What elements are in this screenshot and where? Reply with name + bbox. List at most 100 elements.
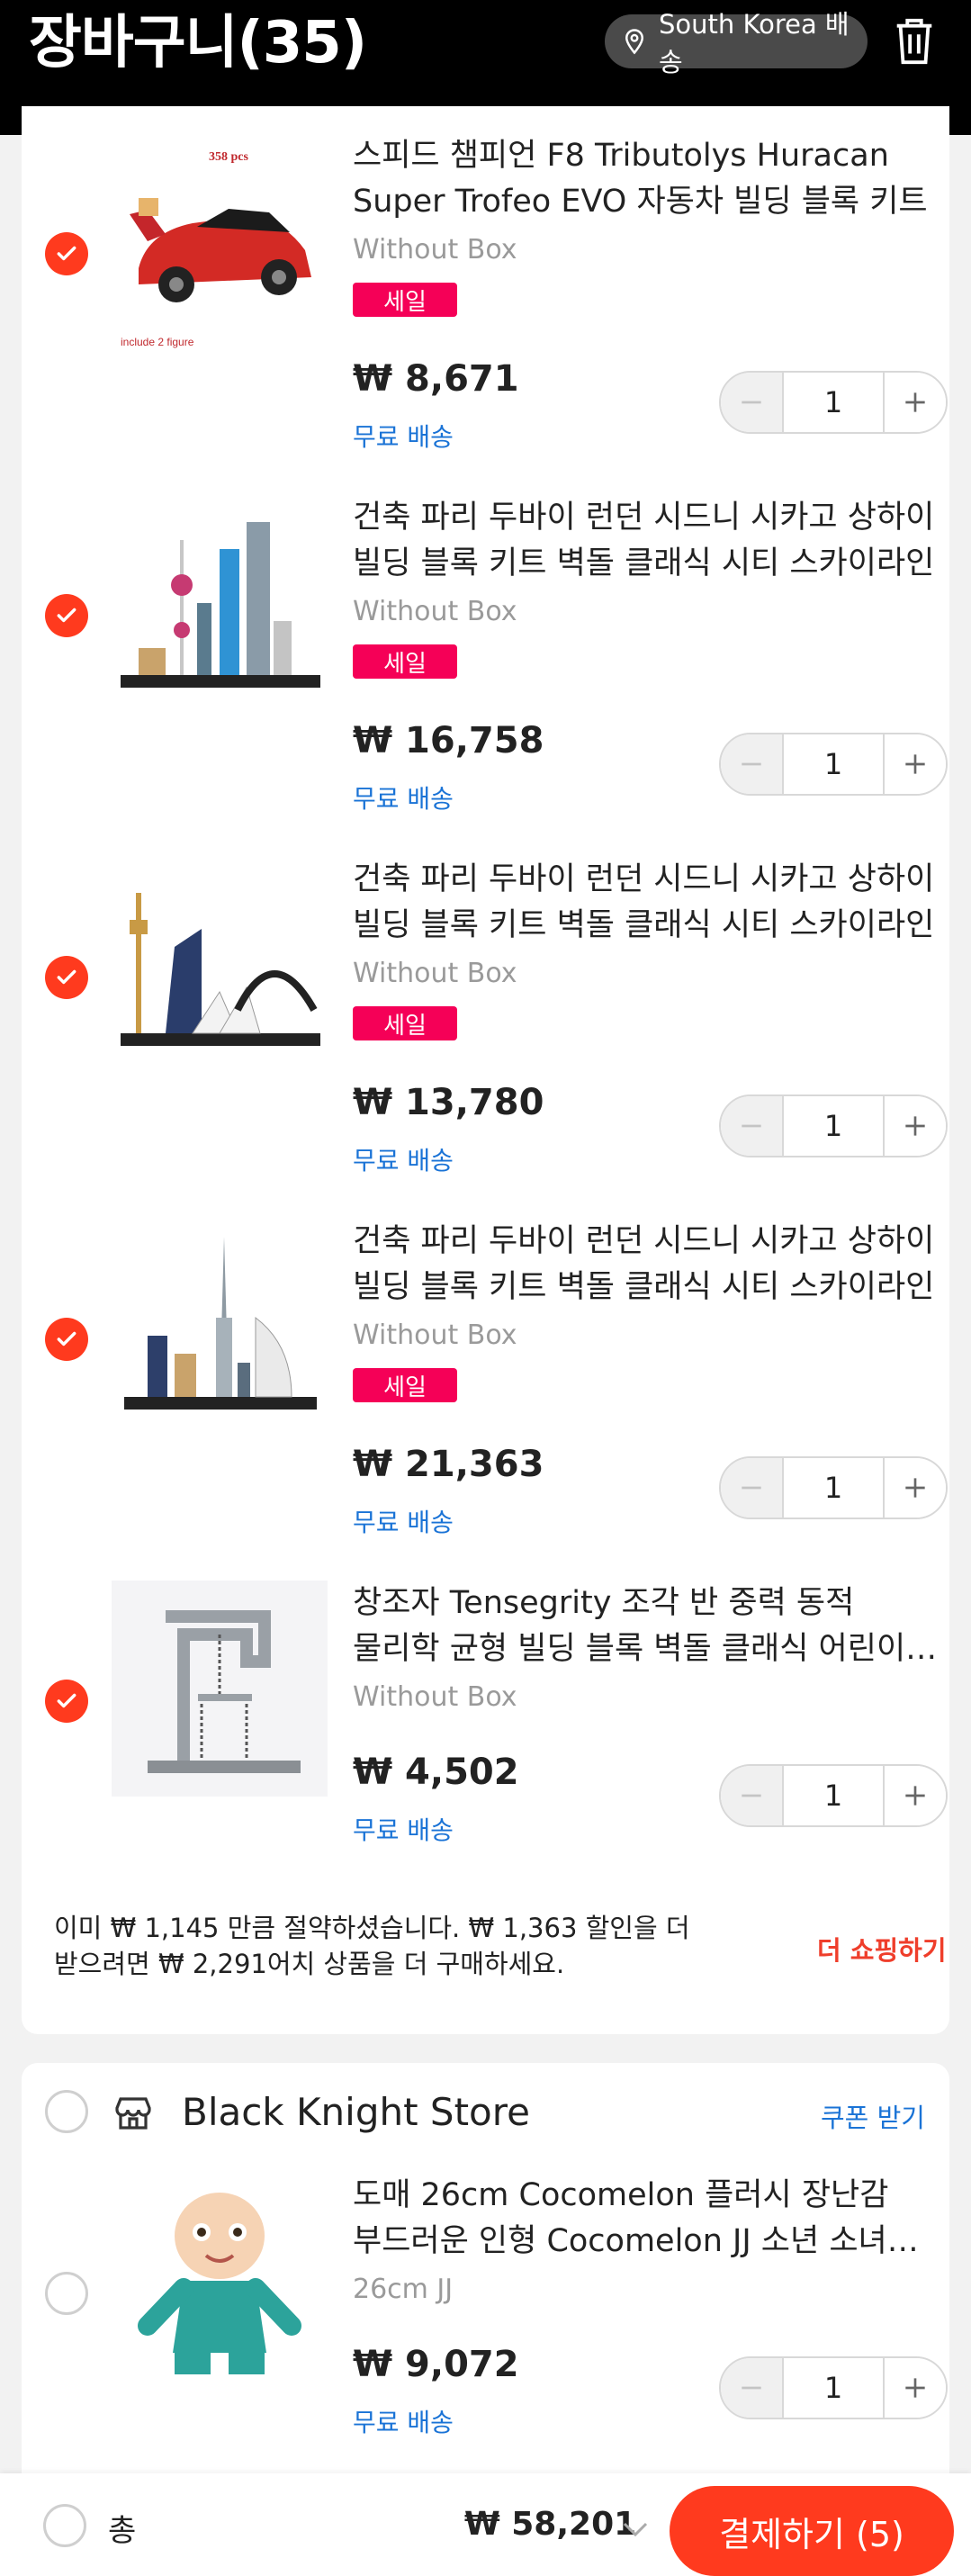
product-image-dubai[interactable] bbox=[112, 1219, 328, 1435]
quantity-value[interactable]: 1 bbox=[784, 373, 883, 432]
product-price: ₩ 16,758 bbox=[353, 720, 544, 761]
quantity-stepper: 1 bbox=[719, 1456, 948, 1519]
quantity-decrease-button[interactable] bbox=[721, 2358, 784, 2418]
product-title[interactable]: 스피드 챔피언 F8 Tributolys Huracan Super Trof… bbox=[353, 133, 938, 225]
quantity-value[interactable]: 1 bbox=[784, 734, 883, 794]
quantity-decrease-button[interactable] bbox=[721, 1458, 784, 1518]
free-shipping-label: 무료 배송 bbox=[353, 1815, 454, 1845]
checkout-button[interactable]: 결제하기 (5) bbox=[670, 2486, 954, 2576]
free-shipping-label: 무료 배송 bbox=[353, 1146, 454, 1175]
product-title[interactable]: 창조자 Tensegrity 조각 반 중력 동적 물리학 균형 빌딩 블록 벽… bbox=[353, 1581, 938, 1672]
product-image-red-car[interactable]: 358 pcs include 2 figure bbox=[112, 133, 328, 349]
page-title: 장바구니(35) bbox=[29, 10, 367, 77]
select-all-checkbox[interactable] bbox=[43, 2504, 86, 2547]
product-title[interactable]: 건축 파리 두바이 런던 시드니 시카고 상하이 빌딩 블록 키트 벽돌 클래식… bbox=[353, 1219, 938, 1311]
product-image-shanghai[interactable] bbox=[112, 495, 328, 711]
quantity-value[interactable]: 1 bbox=[784, 1766, 883, 1825]
sale-badge: 세일 bbox=[353, 644, 457, 679]
free-shipping-label: 무료 배송 bbox=[353, 784, 454, 814]
minus-icon bbox=[742, 2386, 761, 2390]
item-checkbox[interactable] bbox=[45, 1680, 88, 1723]
location-pin-icon bbox=[625, 29, 644, 55]
cart-item: 건축 파리 두바이 런던 시드니 시카고 상하이 빌딩 블록 키트 벽돌 클래식… bbox=[22, 857, 949, 1219]
plus-icon bbox=[905, 754, 925, 774]
shanghai-skyline-image bbox=[121, 522, 320, 688]
quantity-stepper: 1 bbox=[719, 2356, 948, 2419]
store-checkbox[interactable] bbox=[45, 2090, 88, 2133]
cocomelon-plush-image bbox=[138, 2193, 301, 2374]
cart-item: 건축 파리 두바이 런던 시드니 시카고 상하이 빌딩 블록 키트 벽돌 클래식… bbox=[22, 1219, 949, 1581]
item-checkbox[interactable] bbox=[45, 1318, 88, 1361]
delete-button[interactable] bbox=[891, 14, 938, 68]
cart-item: 358 pcs include 2 figure 스피드 챔피언 F8 Trib… bbox=[22, 133, 949, 495]
quantity-increase-button[interactable] bbox=[883, 734, 946, 794]
plus-icon bbox=[905, 2378, 925, 2398]
quantity-value[interactable]: 1 bbox=[784, 1096, 883, 1156]
product-price: ₩ 4,502 bbox=[353, 1752, 519, 1793]
plus-icon bbox=[905, 1786, 925, 1806]
quantity-increase-button[interactable] bbox=[883, 373, 946, 432]
quantity-increase-button[interactable] bbox=[883, 1766, 946, 1825]
checkmark-icon bbox=[57, 969, 76, 985]
product-price: ₩ 8,671 bbox=[353, 358, 519, 400]
sale-badge: 세일 bbox=[353, 283, 457, 317]
product-price: ₩ 9,072 bbox=[353, 2344, 519, 2385]
checkmark-icon bbox=[57, 1693, 76, 1708]
get-coupon-link[interactable]: 쿠폰 받기 bbox=[821, 2097, 925, 2135]
sale-badge: 세일 bbox=[353, 1006, 457, 1040]
item-checkbox[interactable] bbox=[45, 594, 88, 637]
shipping-location-button[interactable]: South Korea 배송 bbox=[605, 9, 868, 77]
quantity-stepper: 1 bbox=[719, 371, 948, 434]
quantity-increase-button[interactable] bbox=[883, 1458, 946, 1518]
dubai-skyline-image bbox=[124, 1237, 317, 1410]
checkmark-icon bbox=[57, 1331, 76, 1347]
item-checkbox[interactable] bbox=[45, 232, 88, 275]
quantity-stepper: 1 bbox=[719, 1764, 948, 1827]
product-image-tensegrity[interactable] bbox=[112, 1581, 328, 1797]
red-sports-car-image: 358 pcs include 2 figure bbox=[121, 150, 311, 348]
shipping-location-label: South Korea 배송 bbox=[659, 9, 850, 77]
checkmark-icon bbox=[57, 246, 76, 261]
thumb-caption-bottom: include 2 figure bbox=[121, 336, 194, 348]
total-label: 총 bbox=[108, 2513, 137, 2549]
store-icon bbox=[115, 2097, 151, 2130]
chevron-down-icon[interactable] bbox=[619, 2513, 652, 2545]
shop-more-link[interactable]: 더 쇼핑하기 bbox=[817, 1930, 947, 1968]
trash-icon bbox=[896, 18, 932, 65]
product-title[interactable]: 건축 파리 두바이 런던 시드니 시카고 상하이 빌딩 블록 키트 벽돌 클래식… bbox=[353, 495, 938, 587]
quantity-value[interactable]: 1 bbox=[784, 1458, 883, 1518]
savings-promo-text: 이미 ₩ 1,145 만큼 절약하셨습니다. ₩ 1,363 할인을 더 받으려… bbox=[54, 1913, 690, 1979]
quantity-decrease-button[interactable] bbox=[721, 1766, 784, 1825]
minus-icon bbox=[742, 762, 761, 766]
minus-icon bbox=[742, 1124, 761, 1128]
total-price[interactable]: ₩ 58,201 bbox=[464, 2506, 636, 2543]
product-image-cocomelon[interactable] bbox=[112, 2173, 328, 2389]
plus-icon bbox=[905, 1116, 925, 1136]
product-title[interactable]: 도매 26cm Cocomelon 플러시 장난감 부드러운 인형 Cocome… bbox=[353, 2173, 938, 2265]
product-image-sydney[interactable] bbox=[112, 857, 328, 1073]
product-variant[interactable]: Without Box bbox=[353, 1681, 517, 1713]
store-name[interactable]: Black Knight Store bbox=[182, 2090, 530, 2134]
quantity-stepper: 1 bbox=[719, 733, 948, 796]
quantity-value[interactable]: 1 bbox=[784, 2358, 883, 2418]
sale-badge: 세일 bbox=[353, 1368, 457, 1402]
cart-store-group: 358 pcs include 2 figure 스피드 챔피언 F8 Trib… bbox=[22, 106, 949, 2034]
quantity-increase-button[interactable] bbox=[883, 1096, 946, 1156]
product-price: ₩ 21,363 bbox=[353, 1444, 544, 1485]
store-header: Black Knight Store 쿠폰 받기 bbox=[22, 2063, 949, 2169]
quantity-increase-button[interactable] bbox=[883, 2358, 946, 2418]
item-checkbox[interactable] bbox=[45, 2272, 88, 2315]
quantity-decrease-button[interactable] bbox=[721, 1096, 784, 1156]
free-shipping-label: 무료 배송 bbox=[353, 1508, 454, 1537]
item-checkbox[interactable] bbox=[45, 956, 88, 999]
product-variant[interactable]: Without Box bbox=[353, 596, 517, 627]
quantity-decrease-button[interactable] bbox=[721, 373, 784, 432]
product-variant[interactable]: Without Box bbox=[353, 1320, 517, 1351]
product-variant[interactable]: 26cm JJ bbox=[353, 2274, 453, 2305]
product-variant[interactable]: Without Box bbox=[353, 958, 517, 989]
product-title[interactable]: 건축 파리 두바이 런던 시드니 시카고 상하이 빌딩 블록 키트 벽돌 클래식… bbox=[353, 857, 938, 949]
minus-icon bbox=[742, 1486, 761, 1490]
product-variant[interactable]: Without Box bbox=[353, 234, 517, 266]
cart-item: 창조자 Tensegrity 조각 반 중력 동적 물리학 균형 빌딩 블록 벽… bbox=[22, 1581, 949, 1942]
quantity-decrease-button[interactable] bbox=[721, 734, 784, 794]
